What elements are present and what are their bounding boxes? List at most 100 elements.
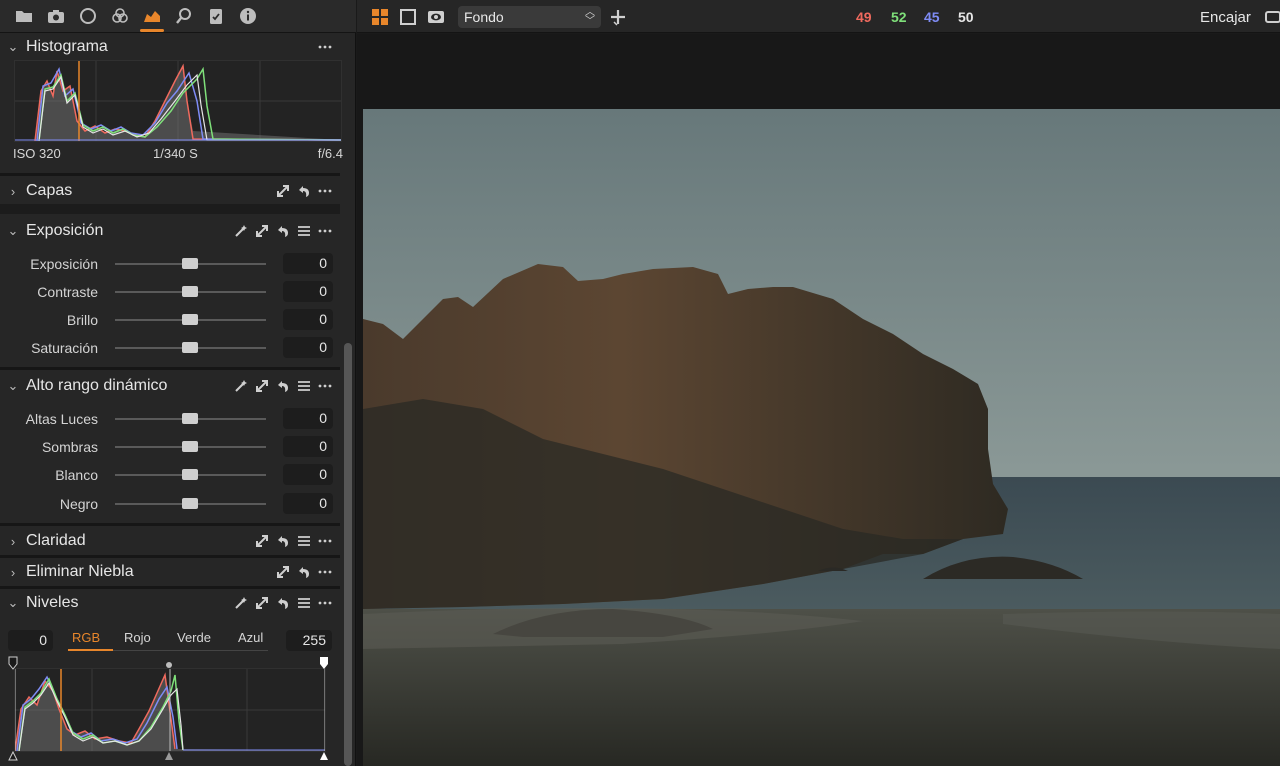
slider-label: Exposición [30,256,98,272]
exposicion-header[interactable]: ⌄ Exposición [0,217,340,245]
more-icon[interactable] [317,379,332,394]
more-icon[interactable] [317,184,332,199]
more-icon[interactable] [317,596,332,611]
slider-knob[interactable] [182,286,198,297]
details-icon[interactable] [168,0,200,33]
tab-azul[interactable]: Azul [238,630,263,645]
levels-handles[interactable] [6,656,336,766]
single-view-icon[interactable] [399,8,417,26]
tab-underline [113,650,268,651]
slider-value[interactable]: 0 [283,281,333,302]
proof-view-icon[interactable] [427,8,445,26]
metadata-icon[interactable] [200,0,232,33]
reset-icon[interactable] [296,565,311,580]
slider-value[interactable]: 0 [283,408,333,429]
niveles-header[interactable]: ⌄ Niveles [0,589,340,617]
tab-verde[interactable]: Verde [177,630,211,645]
slider-knob[interactable] [182,258,198,269]
reset-icon[interactable] [275,224,290,239]
slider-knob[interactable] [182,314,198,325]
presets-icon[interactable] [296,224,311,239]
grid-view-icon[interactable] [371,8,389,26]
chevron-down-icon[interactable]: ⌄ [0,595,26,611]
exposure-icon[interactable] [136,0,168,33]
slider-knob[interactable] [182,498,198,509]
stepper-arrows-icon: ︿ ﹀ [585,7,595,27]
slider-value[interactable]: 0 [283,337,333,358]
slider-knob[interactable] [182,342,198,353]
slider-row-brillo: Brillo 0 [0,306,340,334]
slider-knob[interactable] [182,441,198,452]
reset-icon[interactable] [275,534,290,549]
chevron-down-icon[interactable]: ⌄ [0,39,26,55]
color-icon[interactable] [104,0,136,33]
exposicion-title: Exposición [26,222,104,239]
expand-icon[interactable] [275,184,290,199]
tool-panel: ⌄ Histograma ISO 320 1/340 S f/6.4 › Cap… [0,0,356,766]
slider-knob[interactable] [182,469,198,480]
chevron-down-icon[interactable]: ⌄ [0,378,26,394]
slider-value[interactable]: 0 [283,464,333,485]
tab-rgb[interactable]: RGB [72,630,100,645]
image-viewer[interactable] [357,34,1280,766]
folder-icon[interactable] [8,0,40,33]
claridad-title: Claridad [26,532,86,549]
levels-high-input[interactable]: 255 [286,630,332,651]
expand-icon[interactable] [254,534,269,549]
more-icon[interactable] [317,534,332,549]
auto-adjust-icon[interactable] [233,379,248,394]
slider-row-exposicion: Exposición 0 [0,250,340,278]
panel-scrollbar[interactable] [344,343,352,766]
slider-label: Altas Luces [25,411,98,427]
histogram-title: Histograma [26,38,108,55]
chevron-down-icon[interactable]: ⌄ [0,223,26,239]
divider [0,367,340,370]
claridad-header[interactable]: › Claridad [0,527,340,555]
slider-label: Brillo [66,312,98,328]
slider-value[interactable]: 0 [283,309,333,330]
variant-select[interactable]: Fondo ︿ ﹀ [458,6,601,28]
expand-icon[interactable] [254,596,269,611]
slider-value[interactable]: 0 [283,436,333,457]
expand-icon[interactable] [254,224,269,239]
loupe-icon[interactable] [1264,8,1280,26]
slider-row-contraste: Contraste 0 [0,278,340,306]
fit-zoom-button[interactable]: Encajar [1200,9,1251,26]
info-icon[interactable] [232,0,264,33]
tab-rojo[interactable]: Rojo [124,630,151,645]
readout-blue: 45 [924,9,940,25]
niebla-header[interactable]: › Eliminar Niebla [0,558,340,586]
aperture-value: f/6.4 [317,146,343,161]
chevron-right-icon[interactable]: › [0,565,26,580]
coastal-cliff-photo [363,109,1280,766]
more-icon[interactable] [317,224,332,239]
expand-icon[interactable] [254,379,269,394]
chevron-right-icon[interactable]: › [0,184,26,199]
slider-knob[interactable] [182,413,198,424]
more-icon[interactable] [317,40,332,55]
reset-icon[interactable] [275,379,290,394]
presets-icon[interactable] [296,596,311,611]
expand-icon[interactable] [275,565,290,580]
presets-icon[interactable] [296,534,311,549]
slider-value[interactable]: 0 [283,253,333,274]
reset-icon[interactable] [296,184,311,199]
active-tab-indicator [68,649,113,651]
slider-value[interactable]: 0 [283,493,333,514]
presets-icon[interactable] [296,379,311,394]
lens-icon[interactable] [72,0,104,33]
auto-adjust-icon[interactable] [233,224,248,239]
chevron-right-icon[interactable]: › [0,534,26,549]
hdr-header[interactable]: ⌄ Alto rango dinámico [0,372,340,400]
histogram-header[interactable]: ⌄ Histograma [0,33,340,61]
auto-adjust-icon[interactable] [233,596,248,611]
more-icon[interactable] [317,565,332,580]
shutter-value: 1/340 S [153,146,198,161]
slider-row-negro: Negro 0 [0,490,340,518]
reset-icon[interactable] [275,596,290,611]
slider-label: Negro [59,496,98,512]
add-layer-icon[interactable] [609,8,627,26]
camera-icon[interactable] [40,0,72,33]
levels-low-input[interactable]: 0 [8,630,53,651]
capas-header[interactable]: › Capas [0,177,340,205]
